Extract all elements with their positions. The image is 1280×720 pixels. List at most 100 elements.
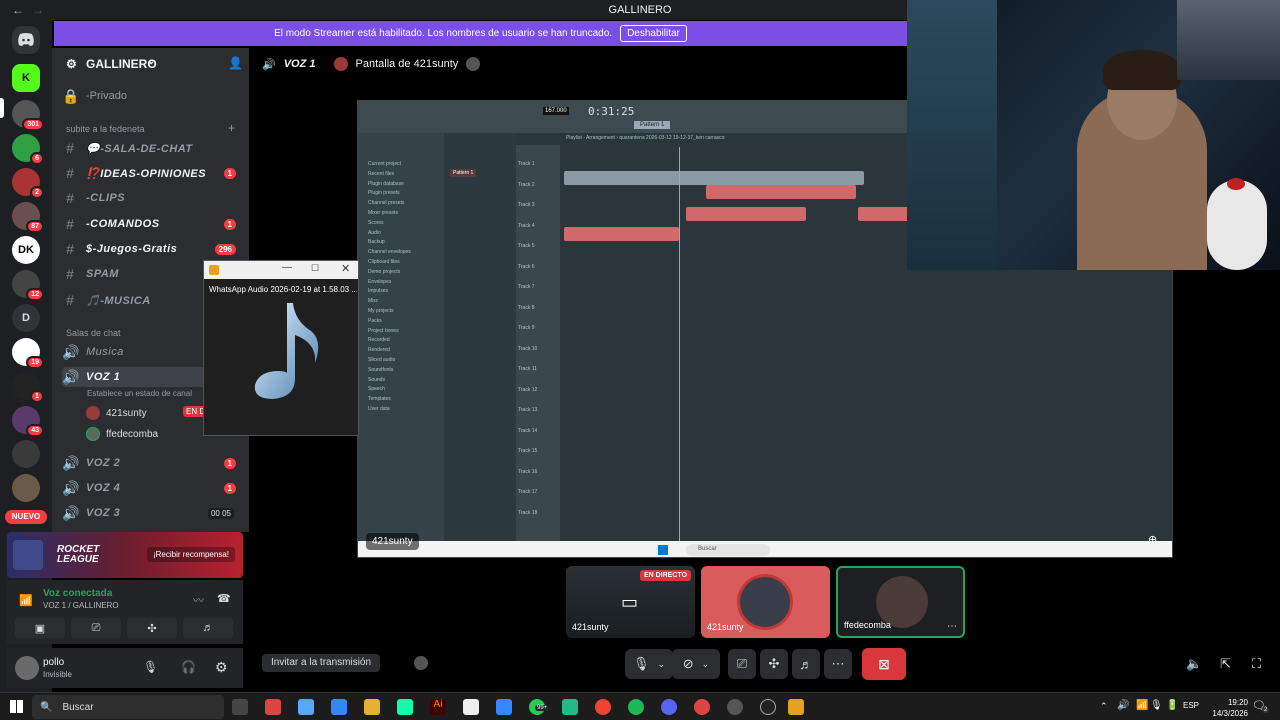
channel-clips[interactable]: # -CLIPS bbox=[62, 188, 242, 208]
voice-user-ffedecomba[interactable]: ffedecomba bbox=[86, 427, 158, 441]
zoom-icon[interactable]: ⊕ bbox=[1148, 533, 1157, 546]
camera-button[interactable]: ⊘ ⌄ bbox=[672, 649, 720, 679]
server-dk-icon[interactable]: DK bbox=[12, 236, 40, 264]
channel-privado[interactable]: 🔒 -Privado bbox=[62, 86, 242, 106]
live-badge: EN DIRECTO bbox=[639, 570, 691, 581]
channel-comandos[interactable]: # -COMANDOS 1 bbox=[62, 214, 242, 234]
discord-icon[interactable] bbox=[661, 699, 677, 715]
store-icon[interactable] bbox=[463, 699, 479, 715]
chrome-icon[interactable] bbox=[595, 699, 611, 715]
copilot-icon[interactable] bbox=[298, 699, 314, 715]
voice-channel-title: VOZ 1 bbox=[283, 58, 316, 70]
rocket-league-promo[interactable]: ROCKET LEAGUE ¡Recibir recompensa! bbox=[7, 532, 243, 578]
user-settings-icon[interactable]: ⚙ bbox=[215, 659, 228, 676]
share-screen-button[interactable]: ⎚ bbox=[728, 649, 756, 679]
server-icon-8[interactable] bbox=[12, 440, 40, 468]
server-icon-7[interactable]: 43 bbox=[12, 406, 44, 437]
tray-mic-icon[interactable]: 🎙 bbox=[1150, 700, 1163, 711]
channel-juegos-gratis[interactable]: # $-Juegos-Gratis 296 bbox=[62, 239, 242, 259]
more-options-button[interactable]: ⋯ bbox=[824, 649, 852, 679]
mic-button[interactable]: 🎙 ⌄ bbox=[625, 649, 673, 679]
avatar bbox=[86, 406, 100, 420]
leave-call-icon: ⊠ bbox=[878, 655, 890, 672]
add-friend-icon[interactable]: 👤 bbox=[228, 56, 243, 70]
share-screen-button[interactable]: ⎚ bbox=[71, 618, 121, 638]
voice-channel-status[interactable]: Establece un estado de canal bbox=[87, 389, 192, 398]
app-icon-2[interactable] bbox=[562, 699, 578, 715]
close-icon[interactable]: ✕ bbox=[341, 262, 350, 275]
whatsapp-icon[interactable]: 99+ bbox=[529, 699, 550, 715]
fullscreen-icon[interactable]: ⛶ bbox=[1252, 656, 1261, 672]
signal-icon[interactable]: 📶 bbox=[19, 594, 33, 607]
claim-reward-button[interactable]: ¡Recibir recompensa! bbox=[146, 547, 235, 562]
voice-category-header[interactable]: Salas de chat bbox=[66, 328, 121, 338]
leave-call-button[interactable]: ⊠ bbox=[862, 648, 906, 680]
category-header[interactable]: subite a la fedeneta bbox=[66, 124, 145, 134]
fl-studio-icon[interactable] bbox=[788, 699, 804, 715]
app-icon-3[interactable] bbox=[694, 699, 710, 715]
noise-suppression-icon[interactable]: 〰 bbox=[193, 592, 204, 608]
maximize-icon[interactable]: ☐ bbox=[311, 263, 319, 274]
mail-icon[interactable] bbox=[331, 699, 347, 715]
pop-out-icon[interactable]: ⇱ bbox=[1220, 656, 1231, 672]
voice-channel-voz3[interactable]: 🔊 VOZ 3 00 05 bbox=[62, 503, 242, 523]
soundboard-button[interactable]: ♬ bbox=[183, 618, 233, 638]
username[interactable]: pollo bbox=[43, 657, 64, 668]
invite-to-stream-button[interactable]: Invitar a la transmisión bbox=[262, 654, 381, 672]
voice-channel-voz2[interactable]: 🔊 VOZ 21 bbox=[62, 453, 242, 473]
participant-tile-ffedecomba[interactable]: ffedecomba ⋯ bbox=[836, 566, 965, 638]
tray-chevron-icon[interactable]: ⌃ bbox=[1100, 701, 1108, 712]
server-icon-2[interactable]: 6 bbox=[12, 134, 44, 165]
channel-ideas-opiniones[interactable]: # ⁉️IDEAS-OPINIONES 1 bbox=[62, 163, 242, 183]
illustrator-icon[interactable]: Ai bbox=[430, 699, 446, 715]
calculator-icon[interactable] bbox=[496, 699, 512, 715]
server-kick-icon[interactable]: K bbox=[12, 64, 40, 92]
more-icon[interactable]: ⋯ bbox=[947, 621, 957, 632]
tray-wifi-icon[interactable]: 📶 bbox=[1136, 700, 1148, 711]
participant-tile-421sunty[interactable]: 421sunty bbox=[701, 566, 830, 638]
tray-language[interactable]: ESP bbox=[1183, 701, 1199, 710]
server-icon-6[interactable]: 19 bbox=[12, 338, 44, 369]
avatar[interactable] bbox=[15, 656, 39, 680]
notification-count: 2 bbox=[1262, 707, 1270, 713]
app-icon-4[interactable] bbox=[727, 699, 743, 715]
voice-channel-path[interactable]: VOZ 1 / GALLINERO bbox=[43, 601, 119, 610]
audio-player-window[interactable]: — ☐ ✕ WhatsApp Audio 2026-02-19 at 1.58.… bbox=[203, 260, 359, 436]
spotify-icon[interactable] bbox=[628, 699, 644, 715]
windows-start-icon[interactable] bbox=[10, 700, 23, 713]
server-icon-4[interactable]: 87 bbox=[12, 202, 44, 233]
task-view-icon[interactable] bbox=[232, 699, 248, 715]
soundboard-button[interactable]: ♬ bbox=[792, 649, 820, 679]
disable-streamer-button[interactable]: Deshabilitar bbox=[620, 25, 687, 42]
microphone-icon[interactable]: 🎙 bbox=[143, 660, 158, 674]
volume-icon[interactable]: 🔈 bbox=[1186, 656, 1202, 672]
channel-sala-de-chat[interactable]: # 💬-SALA-DE-CHAT bbox=[62, 138, 242, 158]
edge-icon[interactable] bbox=[397, 699, 413, 715]
file-explorer-icon[interactable] bbox=[364, 699, 380, 715]
taskbar-search[interactable]: 🔍 Buscar bbox=[32, 695, 224, 719]
headphones-icon[interactable]: 🎧 bbox=[181, 660, 196, 674]
voice-user-421sunty[interactable]: 421sunty bbox=[86, 406, 147, 420]
tray-volume-icon[interactable]: 🔊 bbox=[1117, 700, 1129, 711]
voice-channel-voz4[interactable]: 🔊 VOZ 41 bbox=[62, 478, 242, 498]
activities-button[interactable]: ✣ bbox=[127, 618, 177, 638]
server-header[interactable]: ⚙ GALLINERO ⌄ 👤 bbox=[52, 48, 249, 78]
camera-off-button[interactable]: ▣ bbox=[15, 618, 65, 638]
activities-button[interactable]: ✣ bbox=[760, 649, 788, 679]
disconnect-icon[interactable]: ☎ bbox=[217, 592, 231, 605]
server-icon-3[interactable]: 2 bbox=[12, 168, 44, 199]
server-icon-9[interactable] bbox=[12, 474, 40, 502]
taskbar-clock[interactable]: 19:20 14/3/2026 bbox=[1212, 697, 1248, 719]
participant-tile-stream[interactable]: EN DIRECTO ▭ 421sunty bbox=[566, 566, 695, 638]
add-channel-icon[interactable]: + bbox=[228, 121, 235, 135]
media-player-icon[interactable] bbox=[760, 699, 776, 715]
server-icon-5[interactable]: 12 bbox=[12, 270, 44, 301]
minimize-icon[interactable]: — bbox=[282, 262, 292, 273]
new-badge: NUEVO bbox=[5, 510, 47, 524]
server-apple-icon[interactable]: 1 bbox=[12, 372, 44, 403]
discord-home-icon[interactable] bbox=[12, 26, 40, 54]
server-icon-1[interactable]: 301 bbox=[12, 100, 44, 131]
app-icon-1[interactable] bbox=[265, 699, 281, 715]
tray-battery-icon[interactable]: 🔋 bbox=[1166, 700, 1178, 711]
server-letter-icon[interactable]: D bbox=[12, 304, 40, 332]
